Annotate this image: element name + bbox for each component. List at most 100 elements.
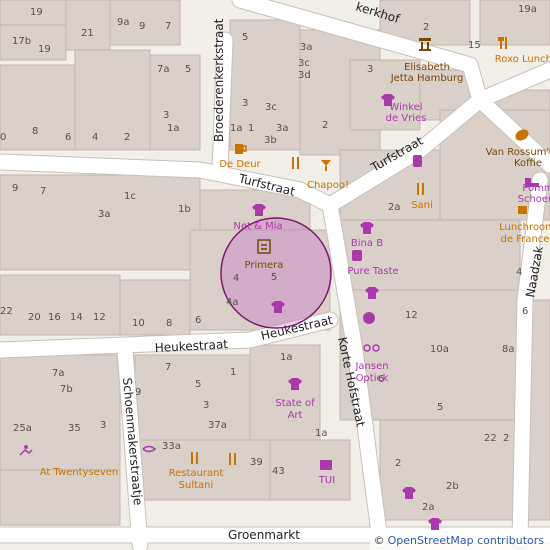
poi-label-roxo: Roxo Lunchcafé — [495, 53, 550, 65]
house-number: 39 — [250, 457, 263, 468]
poi-label-dedeur: De Deur — [219, 159, 261, 170]
house-number: 17b — [12, 36, 31, 47]
house-number: 3 — [203, 400, 209, 411]
poi-label-sani: Sani — [411, 200, 433, 211]
house-number: 2 — [395, 458, 401, 469]
house-number: 2a — [388, 202, 401, 213]
house-number: 5 — [185, 64, 191, 75]
house-number: 3 — [100, 420, 106, 431]
poi-label-lunchroom: Lunchroom — [499, 222, 550, 233]
house-number: 8 — [32, 126, 38, 137]
house-number: 9 — [139, 21, 145, 32]
house-number: 10a — [430, 344, 449, 355]
poi-label-winkel: Winkel — [389, 102, 422, 113]
house-number: 8a — [502, 344, 515, 355]
poi-label-vanrossum-2: Koffie — [514, 158, 542, 169]
cafe-icon[interactable] — [518, 206, 527, 214]
poi-label-jansen: Jansen — [354, 361, 388, 372]
house-number: 7a — [157, 64, 170, 75]
house-number: 1 — [230, 367, 236, 378]
house-number: 8 — [166, 318, 172, 329]
house-number: 0 — [0, 132, 6, 143]
street-label-broederenkerkstraat: Broederenkerkstraat — [212, 18, 226, 142]
house-number: 7a — [52, 368, 65, 379]
house-number: 14 — [70, 312, 83, 323]
poi-label-pomm-2: Schoen — [518, 194, 550, 205]
house-number: 6 — [522, 306, 528, 317]
poi-label-puretaste: Pure Taste — [347, 266, 398, 277]
house-number: 9a — [117, 17, 130, 28]
house-number: 37a — [208, 420, 227, 431]
house-number: 1 — [248, 123, 254, 134]
map-attribution[interactable]: © OpenStreetMap contributors — [369, 532, 550, 550]
house-number: 3a — [98, 209, 111, 220]
poi-label-jansen-2: Optiek — [356, 373, 389, 384]
house-number: 3d — [298, 70, 311, 81]
house-number: 19a — [518, 4, 537, 15]
house-number: 1c — [124, 191, 136, 202]
house-number: 6 — [195, 315, 201, 326]
poi-label-stateofart-2: Art — [288, 410, 303, 421]
house-number: 2 — [124, 132, 130, 143]
house-number: 3a — [300, 42, 313, 53]
poi-label-stateofart: State of — [275, 398, 315, 409]
house-number: 1a — [315, 428, 328, 439]
poi-number-primera: 5 — [271, 272, 277, 283]
house-number: 5 — [437, 402, 443, 413]
house-number: 12 — [93, 312, 106, 323]
house-number: 10 — [132, 318, 145, 329]
shop-icon[interactable] — [352, 250, 362, 261]
house-number: 20 — [28, 312, 41, 323]
house-number: 19 — [30, 7, 43, 18]
attribution-link[interactable]: OpenStreetMap contributors — [388, 534, 544, 547]
poi-label-elisabeth-2: Jetta Hamburg — [390, 73, 464, 84]
poi-label-chapoo: Chapoo! — [307, 180, 349, 191]
house-number: 5 — [195, 379, 201, 390]
house-number: 2 — [503, 433, 509, 444]
house-number: 6 — [65, 132, 71, 143]
poi-label-sultani: Restaurant — [169, 468, 224, 479]
poi-label-elisabeth: Elisabeth — [404, 62, 450, 73]
shop-icon[interactable] — [413, 155, 422, 167]
poi-label-tui: TUI — [318, 475, 335, 486]
house-number: 9 — [135, 387, 141, 398]
house-number: 1a — [230, 123, 243, 134]
house-number: 19 — [38, 44, 51, 55]
house-number: 12 — [405, 310, 418, 321]
house-number: 1a — [167, 123, 180, 134]
poi-label-binab: Bina B — [351, 238, 383, 249]
poi-label-netmia: Net & Mia — [233, 221, 282, 232]
house-number: 4 — [92, 132, 98, 143]
house-number: 3 — [163, 110, 169, 121]
map-canvas[interactable]: kerkhof Broederenkerkstraat Turfstraat T… — [0, 0, 550, 550]
house-number: 7 — [165, 362, 171, 373]
house-number: 9 — [12, 183, 18, 194]
house-number: 4a — [226, 297, 239, 308]
house-number: 3b — [264, 135, 277, 146]
travel-agency-icon[interactable] — [320, 460, 332, 470]
poi-label-pomm: Pomm — [522, 183, 550, 194]
poi-label-lunchroom-2: de France — [501, 234, 550, 245]
house-number: 3 — [242, 98, 248, 109]
house-number: 5 — [242, 32, 248, 43]
house-number: 33a — [162, 441, 181, 452]
street-label-groenmarkt: Groenmarkt — [228, 528, 300, 542]
house-number: 3c — [298, 58, 310, 69]
house-number: 15 — [468, 40, 481, 51]
house-number: 35 — [68, 423, 81, 434]
confectionery-icon[interactable] — [363, 312, 375, 324]
house-number: 16 — [48, 312, 61, 323]
poi-label-twentyseven: At Twentyseven — [40, 467, 119, 478]
house-number: 22 — [484, 433, 497, 444]
house-number: 4 — [233, 273, 239, 284]
house-number: 21 — [81, 28, 94, 39]
house-number: 3 — [367, 64, 373, 75]
house-number: 22 — [0, 306, 13, 317]
house-number: 43 — [272, 466, 285, 477]
house-number: 3a — [276, 123, 289, 134]
house-number: 2 — [322, 120, 328, 131]
house-number: 7 — [165, 21, 171, 32]
house-number: 1a — [280, 352, 293, 363]
copyright-symbol: © — [373, 534, 385, 547]
house-number: 4 — [516, 267, 522, 278]
